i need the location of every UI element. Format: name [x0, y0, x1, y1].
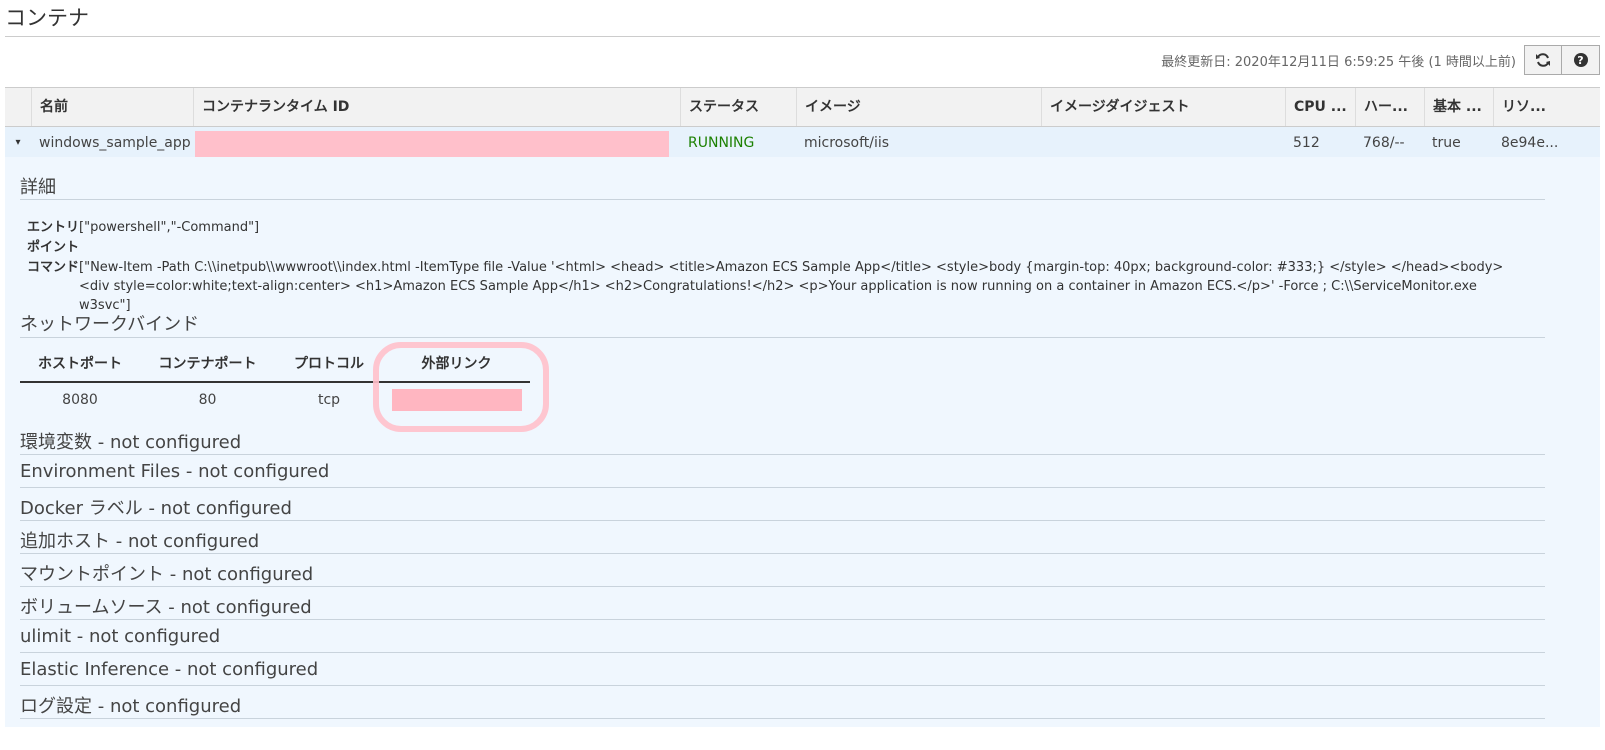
- command-value: ["New-Item -Path C:\\inetpub\\wwwroot\\i…: [79, 260, 1504, 313]
- toolbar: 最終更新日: 2020年12月11日 6:59:25 午後 (1 時間以上前) …: [1161, 44, 1600, 76]
- header-host-port: ホストポート: [38, 356, 122, 372]
- cell-container-port: 80: [198, 392, 217, 408]
- entrypoint-label: エントリ: [27, 220, 80, 235]
- details-title: 詳細: [20, 177, 56, 198]
- section-extra-hosts[interactable]: 追加ホスト - not configured: [20, 527, 259, 553]
- help-button[interactable]: ?: [1562, 45, 1600, 75]
- section-divider: [20, 685, 1545, 686]
- table-row[interactable]: ▾ windows_sample_app RUNNING microsoft/i…: [5, 127, 1600, 161]
- redacted-block: [195, 131, 669, 157]
- refresh-icon: [1536, 53, 1550, 67]
- title-divider: [5, 36, 1600, 37]
- column-header-status[interactable]: ステータス: [680, 88, 796, 126]
- entrypoint-label-2: ポイント: [27, 240, 80, 255]
- column-header-resource[interactable]: リソ...: [1493, 88, 1600, 126]
- column-header-essential[interactable]: 基本 ...: [1424, 88, 1493, 126]
- network-divider: [20, 337, 1545, 338]
- section-log-config[interactable]: ログ設定 - not configured: [20, 692, 241, 718]
- cell-essential: true: [1432, 135, 1461, 151]
- cell-resource: 8e94e...: [1501, 135, 1559, 151]
- cell-cpu: 512: [1293, 135, 1320, 151]
- command-label: コマンド: [27, 260, 80, 275]
- section-environment-files[interactable]: Environment Files - not configured: [20, 461, 329, 482]
- last-updated-text: 最終更新日: 2020年12月11日 6:59:25 午後 (1 時間以上前): [1161, 54, 1516, 70]
- column-header-digest[interactable]: イメージダイジェスト: [1041, 88, 1285, 126]
- cell-protocol: tcp: [317, 392, 341, 408]
- caret-down-icon: ▾: [15, 137, 21, 148]
- cell-runtime-id: [193, 127, 680, 161]
- refresh-button[interactable]: [1524, 45, 1562, 75]
- section-elastic-inference[interactable]: Elastic Inference - not configured: [20, 659, 318, 680]
- header-protocol: プロトコル: [294, 356, 364, 372]
- containers-table: 名前 コンテナランタイム ID ステータス イメージ イメージダイジェスト CP…: [5, 87, 1600, 161]
- cell-name: windows_sample_app: [39, 135, 191, 151]
- section-docker-labels[interactable]: Docker ラベル - not configured: [20, 494, 292, 520]
- cell-digest: [1041, 127, 1285, 161]
- section-divider: [20, 487, 1545, 488]
- section-ulimit[interactable]: ulimit - not configured: [20, 626, 220, 647]
- cell-status: RUNNING: [688, 135, 755, 151]
- network-bindings-title: ネットワークバインド: [20, 314, 200, 335]
- entrypoint-value: ["powershell","-Command"]: [79, 220, 260, 235]
- section-divider: [20, 619, 1545, 620]
- section-volume-sources[interactable]: ボリュームソース - not configured: [20, 593, 312, 619]
- column-header-memory[interactable]: ハー...: [1355, 88, 1424, 126]
- entrypoint-row: エントリ["powershell","-Command"]: [27, 216, 259, 235]
- highlight-annotation: [373, 342, 549, 432]
- column-header-runtime-id[interactable]: コンテナランタイム ID: [193, 88, 680, 126]
- container-detail-panel: 詳細 エントリ["powershell","-Command"] ポイント コマ…: [5, 157, 1600, 727]
- table-header: 名前 コンテナランタイム ID ステータス イメージ イメージダイジェスト CP…: [5, 87, 1600, 127]
- section-divider: [20, 718, 1545, 719]
- cell-memory: 768/--: [1363, 135, 1405, 151]
- section-divider: [20, 553, 1545, 554]
- expand-toggle[interactable]: ▾: [5, 127, 31, 161]
- cell-image: microsoft/iis: [804, 135, 890, 151]
- section-mount-points[interactable]: マウントポイント - not configured: [20, 560, 313, 586]
- section-divider: [20, 520, 1545, 521]
- column-header-name[interactable]: 名前: [31, 88, 193, 126]
- header-container-port: コンテナポート: [158, 356, 257, 372]
- page-title: コンテナ: [5, 6, 89, 30]
- column-header-cpu[interactable]: CPU ...: [1285, 88, 1355, 126]
- section-divider: [20, 586, 1545, 587]
- command-row: コマンド ["New-Item -Path C:\\inetpub\\wwwro…: [27, 258, 1527, 315]
- expand-column-header: [5, 88, 31, 126]
- section-divider: [20, 652, 1545, 653]
- cell-host-port: 8080: [62, 392, 98, 408]
- help-icon: ?: [1573, 53, 1588, 67]
- entrypoint-label-cont: ポイント: [27, 236, 79, 255]
- section-divider: [20, 454, 1545, 455]
- column-header-image[interactable]: イメージ: [796, 88, 1041, 126]
- section-environment[interactable]: 環境変数 - not configured: [20, 428, 241, 454]
- details-divider: [20, 199, 1545, 200]
